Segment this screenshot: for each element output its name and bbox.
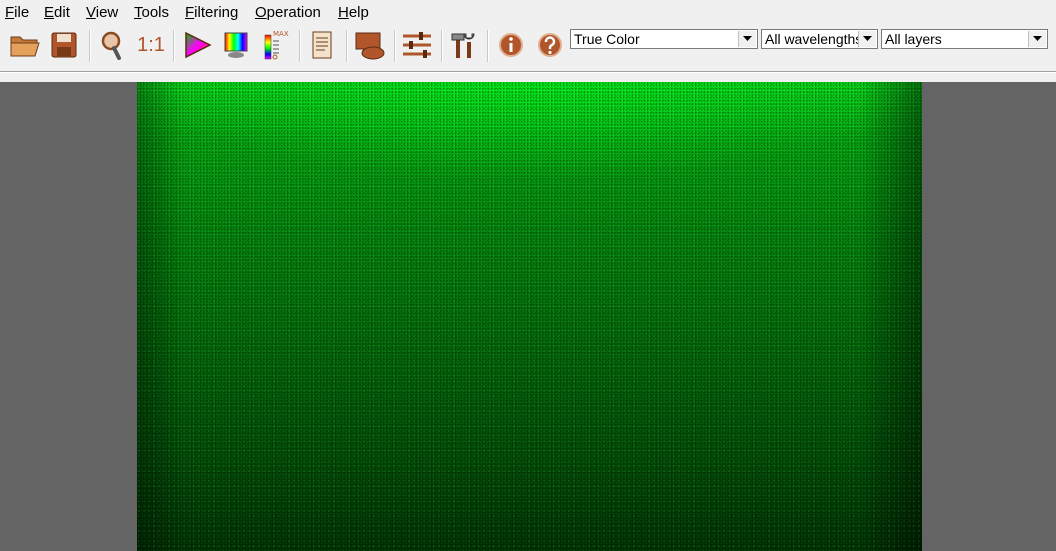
- chevron-down-icon[interactable]: [738, 31, 756, 47]
- toolbar-separator: [89, 30, 91, 62]
- image-viewport[interactable]: [0, 82, 1056, 551]
- color-space-button[interactable]: [180, 28, 214, 62]
- floppy-disk-icon: [51, 32, 77, 58]
- toolbar-divider-highlight: [0, 72, 1056, 73]
- image-noise: [137, 82, 922, 551]
- region-shapes-icon: [355, 32, 385, 60]
- max-scale-button[interactable]: MAX: [258, 28, 292, 62]
- document-icon: [312, 31, 332, 59]
- info-document-button[interactable]: [305, 28, 339, 62]
- wavelength-select[interactable]: All wavelengths: [761, 29, 878, 49]
- spectrum-button[interactable]: [219, 28, 253, 62]
- open-button[interactable]: [8, 28, 42, 62]
- save-button[interactable]: [47, 28, 81, 62]
- about-button[interactable]: [494, 28, 528, 62]
- toolbar-separator: [441, 30, 443, 62]
- toolbar-separator: [346, 30, 348, 62]
- toolbar-separator: [394, 30, 396, 62]
- magnifier-icon: [101, 31, 121, 60]
- color-triangle-icon: [185, 31, 212, 59]
- color-mode-value: True Color: [574, 31, 640, 47]
- menu-operation[interactable]: Operation: [255, 4, 321, 21]
- chevron-down-icon[interactable]: [858, 31, 876, 47]
- menu-filtering[interactable]: Filtering: [185, 4, 238, 21]
- menu-file[interactable]: File: [5, 4, 29, 21]
- info-icon: [499, 33, 523, 57]
- tools-button[interactable]: [447, 28, 481, 62]
- menu-help[interactable]: Help: [338, 4, 369, 21]
- wavelength-value: All wavelengths: [765, 31, 863, 47]
- toolbar: 1:1 MAX True Color All wavelengths All l…: [0, 24, 1056, 70]
- chevron-down-icon[interactable]: [1028, 31, 1046, 47]
- color-mode-select[interactable]: True Color: [570, 29, 758, 49]
- spectral-image[interactable]: [137, 82, 922, 551]
- hammer-wrench-icon: [451, 33, 475, 58]
- adjust-button[interactable]: [400, 28, 434, 62]
- layer-value: All layers: [885, 31, 942, 47]
- max-label: MAX: [273, 30, 289, 38]
- toolbar-separator: [173, 30, 175, 62]
- sliders-icon: [403, 32, 431, 58]
- menu-bar: File Edit View Tools Filtering Operation…: [0, 0, 1056, 24]
- one-to-one-label: 1:1: [137, 33, 165, 56]
- layer-select[interactable]: All layers: [881, 29, 1048, 49]
- actual-size-button[interactable]: 1:1: [134, 28, 168, 62]
- color-scale-max-icon: MAX: [264, 30, 289, 60]
- help-icon: [538, 33, 562, 57]
- open-folder-icon: [10, 36, 40, 57]
- help-button[interactable]: [533, 28, 567, 62]
- region-button[interactable]: [353, 28, 387, 62]
- menu-tools[interactable]: Tools: [134, 4, 169, 21]
- toolbar-separator: [299, 30, 301, 62]
- menu-view[interactable]: View: [86, 4, 118, 21]
- spectrum-display-icon: [224, 32, 248, 58]
- menu-edit[interactable]: Edit: [44, 4, 70, 21]
- toolbar-separator: [487, 30, 489, 62]
- zoom-button[interactable]: [95, 28, 129, 62]
